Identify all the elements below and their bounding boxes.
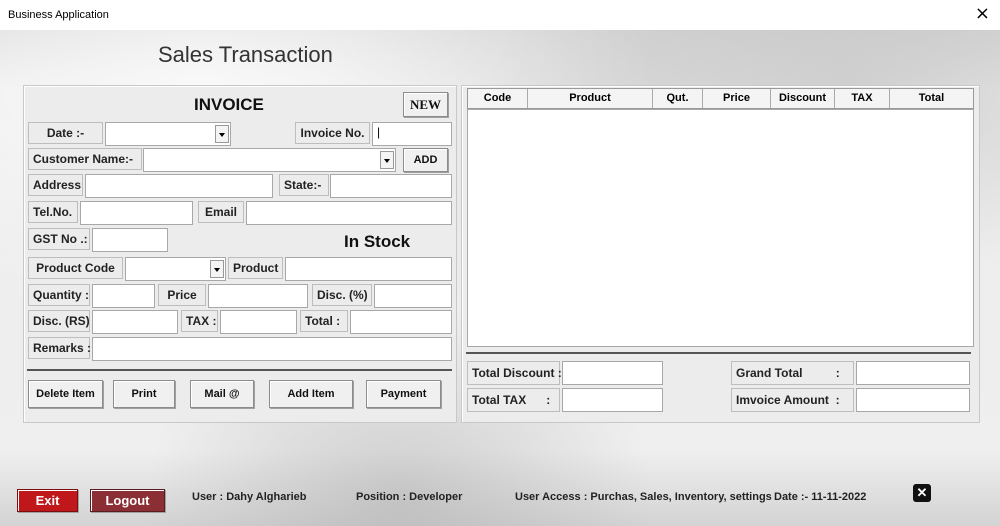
column-header-product[interactable]: Product	[528, 89, 653, 108]
total-input[interactable]	[350, 310, 452, 334]
user-info: User : Dahy Algharieb	[192, 491, 307, 503]
window-title: Business Application	[8, 9, 109, 21]
tel-label: Tel.No.	[28, 201, 78, 223]
quantity-input[interactable]	[92, 284, 155, 308]
product-label: Product	[228, 257, 283, 279]
disc-percent-label: Disc. (%)	[312, 284, 372, 306]
grand-total-input[interactable]	[856, 361, 970, 385]
address-input[interactable]	[85, 174, 273, 198]
total-discount-label: Total Discount :	[467, 361, 562, 385]
items-grid-body[interactable]	[467, 109, 974, 347]
current-date: Date :- 11-11-2022	[774, 491, 867, 503]
state-label: State:-	[279, 174, 329, 196]
disc-percent-input[interactable]	[374, 284, 452, 308]
total-label: Total :	[300, 310, 348, 332]
grand-total-label: Grand Total :	[731, 361, 854, 385]
state-input[interactable]	[330, 174, 452, 198]
product-code-label: Product Code	[28, 257, 123, 279]
invoice-no-input[interactable]: |	[372, 122, 452, 146]
exit-button[interactable]: Exit	[17, 489, 78, 512]
logout-button[interactable]: Logout	[90, 489, 165, 512]
gst-label: GST No .:	[28, 228, 90, 250]
total-tax-input[interactable]	[562, 388, 663, 412]
address-label: Address	[28, 174, 83, 196]
summary-separator	[466, 352, 971, 354]
column-header-tax[interactable]: TAX	[835, 89, 890, 108]
product-code-select[interactable]	[125, 257, 226, 281]
in-stock-label: In Stock	[344, 232, 411, 251]
new-button[interactable]: NEW	[403, 92, 448, 117]
column-header-discount[interactable]: Discount	[771, 89, 835, 108]
tel-input[interactable]	[80, 201, 193, 225]
invoice-separator	[27, 369, 452, 371]
items-grid-header: Code Product Qut. Price Discount TAX Tot…	[467, 88, 974, 109]
disc-rs-label: Disc. (RS)	[28, 310, 90, 332]
invoice-no-label: Invoice No.	[295, 122, 370, 144]
add-item-button[interactable]: Add Item	[269, 380, 353, 408]
customer-name-select[interactable]	[143, 148, 396, 172]
date-label: Date :-	[28, 122, 103, 144]
gst-input[interactable]	[92, 228, 168, 252]
quantity-label: Quantity :	[28, 284, 90, 306]
close-icon[interactable]: ✕	[913, 484, 931, 502]
page-title: Sales Transaction	[158, 42, 333, 67]
mail-button[interactable]: Mail @	[190, 380, 254, 408]
date-dropdown-icon[interactable]	[215, 125, 229, 143]
remarks-label: Remarks :	[28, 337, 91, 359]
total-tax-label: Total TAX :	[467, 388, 560, 412]
invoice-amount-input[interactable]	[856, 388, 970, 412]
product-input[interactable]	[285, 257, 452, 281]
total-discount-input[interactable]	[562, 361, 663, 385]
column-header-code[interactable]: Code	[468, 89, 528, 108]
column-header-total[interactable]: Total	[890, 89, 973, 108]
add-customer-button[interactable]: ADD	[403, 148, 448, 172]
customer-name-label: Customer Name:-	[28, 148, 142, 170]
invoice-title: INVOICE	[194, 95, 264, 114]
disc-rs-input[interactable]	[92, 310, 178, 334]
product-code-dropdown-icon[interactable]	[210, 260, 224, 278]
column-header-qut[interactable]: Qut.	[653, 89, 703, 108]
print-button[interactable]: Print	[113, 380, 175, 408]
application-window: Business Application × Sales Transaction…	[0, 0, 1000, 526]
email-input[interactable]	[246, 201, 452, 225]
email-label: Email	[198, 201, 244, 223]
payment-button[interactable]: Payment	[366, 380, 441, 408]
column-header-price[interactable]: Price	[703, 89, 771, 108]
delete-item-button[interactable]: Delete Item	[28, 380, 103, 408]
price-input[interactable]	[208, 284, 308, 308]
customer-dropdown-icon[interactable]	[380, 151, 394, 169]
user-access-info: User Access : Purchas, Sales, Inventory,…	[515, 491, 772, 503]
tax-input[interactable]	[220, 310, 297, 334]
position-info: Position : Developer	[356, 491, 463, 503]
price-label: Price	[158, 284, 206, 306]
title-bar: Business Application ×	[0, 0, 1000, 30]
remarks-input[interactable]	[92, 337, 452, 361]
tax-label: TAX :	[181, 310, 218, 332]
date-picker[interactable]	[105, 122, 231, 146]
window-close-icon[interactable]: ×	[975, 4, 990, 24]
invoice-amount-label: Imvoice Amount :	[731, 388, 854, 412]
